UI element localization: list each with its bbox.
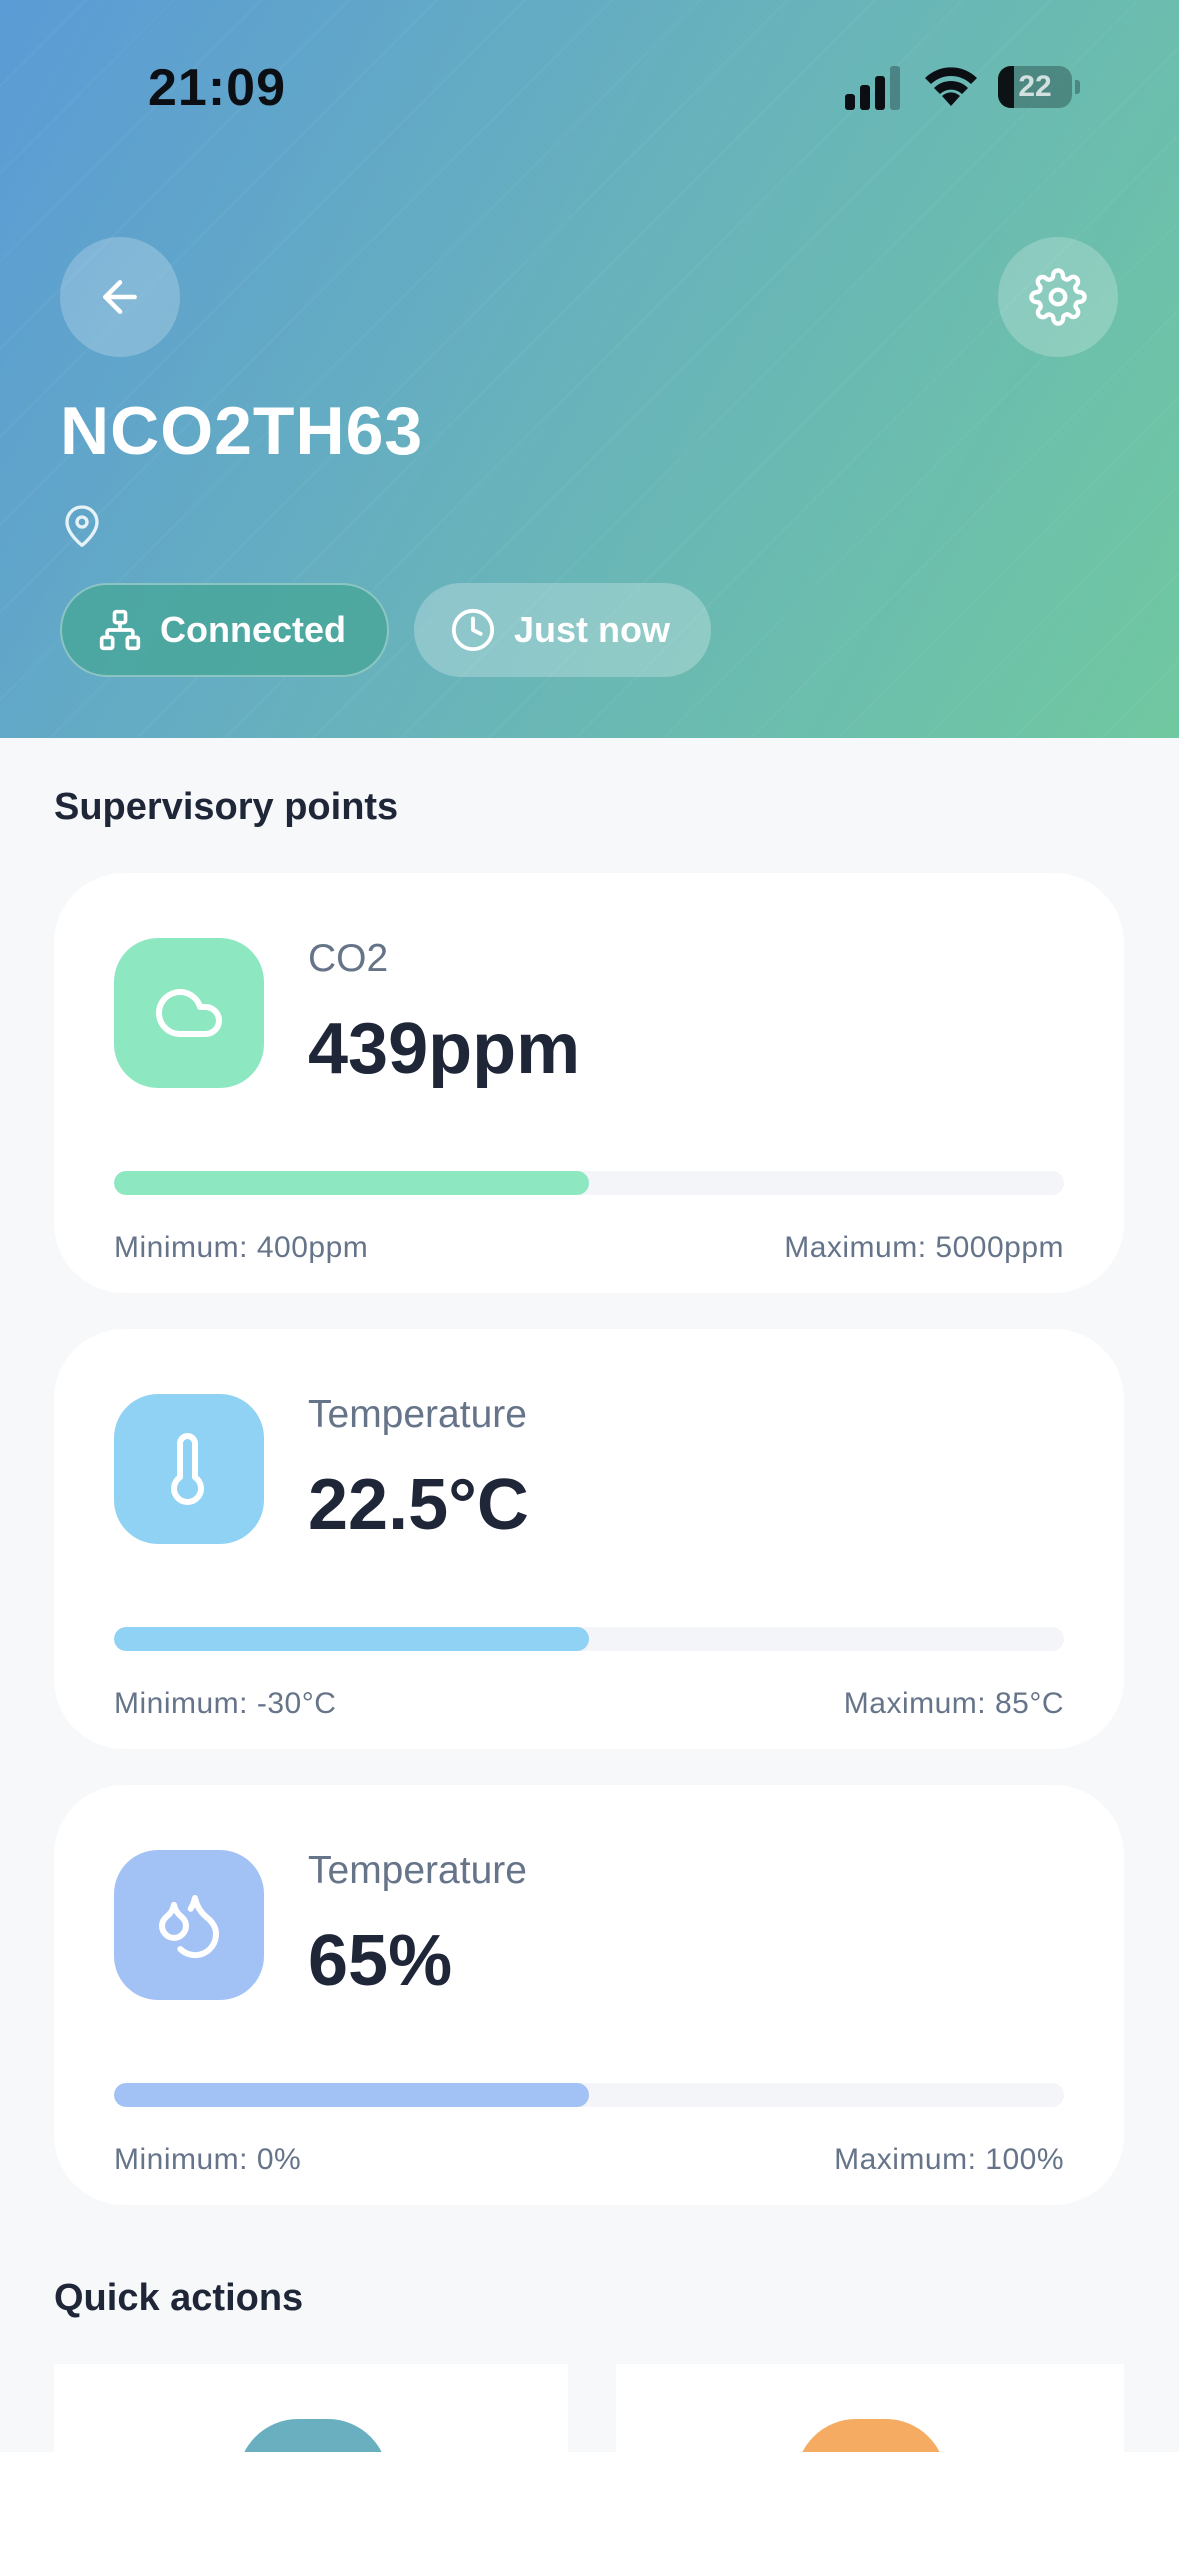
battery-level: 22 bbox=[1018, 70, 1052, 103]
network-icon bbox=[99, 609, 141, 651]
status-bar: 21:09 22 bbox=[0, 0, 1179, 160]
device-header: 21:09 22 NCO2TH63 Connected Just now bbox=[0, 0, 1179, 738]
battery-indicator: 22 bbox=[998, 66, 1080, 108]
humidity-point-card[interactable]: Temperature 65% Minimum: 0% Maximum: 100… bbox=[54, 1785, 1124, 2205]
arrow-left-icon bbox=[103, 280, 137, 314]
settings-button[interactable] bbox=[998, 237, 1118, 357]
back-button[interactable] bbox=[60, 237, 180, 357]
maximum-label: Maximum: 85°C bbox=[843, 1687, 1064, 1720]
maximum-label: Maximum: 100% bbox=[834, 2143, 1064, 2176]
level-bar bbox=[114, 1627, 1064, 1651]
point-label: Temperature bbox=[308, 1393, 527, 1436]
humidity-icon-badge bbox=[114, 1850, 264, 2000]
level-bar bbox=[114, 1171, 1064, 1195]
temperature-point-card[interactable]: Temperature 22.5°C Minimum: -30°C Maximu… bbox=[54, 1329, 1124, 1749]
minimum-label: Minimum: 0% bbox=[114, 2143, 302, 2176]
quick-action-card[interactable] bbox=[616, 2364, 1124, 2452]
clock-icon bbox=[451, 608, 495, 652]
point-value: 65% bbox=[308, 1921, 453, 2001]
last-update-badge: Just now bbox=[414, 583, 711, 677]
level-bar-fill bbox=[114, 1627, 589, 1651]
droplets-icon bbox=[159, 1895, 220, 1959]
cellular-signal-icon bbox=[845, 66, 900, 110]
quick-actions-title: Quick actions bbox=[54, 2277, 304, 2319]
connection-status-label: Connected bbox=[160, 609, 347, 650]
map-pin-icon[interactable] bbox=[62, 503, 102, 551]
co2-icon-badge bbox=[114, 938, 264, 1088]
cloud-icon bbox=[156, 989, 222, 1037]
quick-action-icon bbox=[796, 2419, 946, 2452]
device-detail-screen: 21:09 22 NCO2TH63 Connected Just now Sup… bbox=[0, 0, 1179, 2452]
thermometer-icon bbox=[171, 1433, 204, 1505]
co2-point-card[interactable]: CO2 439ppm Minimum: 400ppm Maximum: 5000… bbox=[54, 873, 1124, 1293]
status-time: 21:09 bbox=[148, 59, 286, 117]
device-name: NCO2TH63 bbox=[60, 393, 424, 469]
connection-status-badge: Connected bbox=[60, 583, 389, 677]
level-bar bbox=[114, 2083, 1064, 2107]
quick-action-card[interactable] bbox=[54, 2364, 568, 2452]
point-label: Temperature bbox=[308, 1849, 527, 1892]
temperature-icon-badge bbox=[114, 1394, 264, 1544]
point-value: 439ppm bbox=[308, 1009, 581, 1089]
quick-action-icon bbox=[238, 2419, 388, 2452]
supervisory-points-title: Supervisory points bbox=[54, 786, 399, 828]
minimum-label: Minimum: -30°C bbox=[114, 1687, 337, 1720]
level-bar-fill bbox=[114, 2083, 589, 2107]
last-update-label: Just now bbox=[514, 609, 671, 650]
point-label: CO2 bbox=[308, 937, 389, 980]
level-bar-fill bbox=[114, 1171, 589, 1195]
wifi-icon bbox=[925, 67, 977, 106]
point-value: 22.5°C bbox=[308, 1465, 529, 1545]
maximum-label: Maximum: 5000ppm bbox=[784, 1231, 1064, 1264]
minimum-label: Minimum: 400ppm bbox=[114, 1231, 369, 1264]
gear-icon bbox=[1029, 268, 1087, 326]
